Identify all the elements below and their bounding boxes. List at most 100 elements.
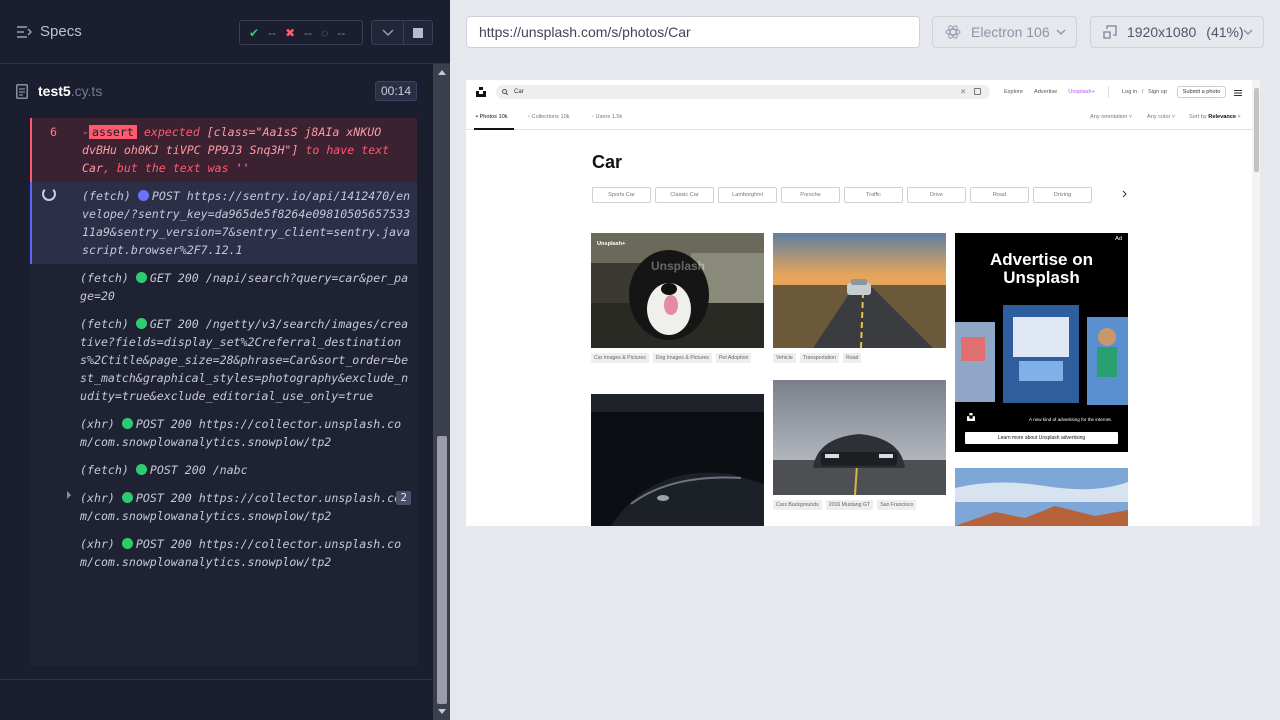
iframe-scrollbar[interactable] <box>1252 80 1260 526</box>
iframe-scrollbar-thumb[interactable] <box>1254 88 1259 172</box>
spec-extension: .cy.ts <box>70 83 103 99</box>
signup-link[interactable]: Sign up <box>1148 89 1167 95</box>
passed-count: -- <box>268 25 277 40</box>
browser-selector[interactable]: Electron 106 <box>932 16 1077 48</box>
viewport-scale: (41%) <box>1206 24 1244 40</box>
nav-unsplash-plus[interactable]: Unsplash+ <box>1068 89 1095 95</box>
unsplash-watermark: Unsplash <box>651 259 706 273</box>
submit-photo-button[interactable]: Submit a photo <box>1177 86 1226 98</box>
orientation-filter[interactable]: Any orientation ˅ <box>1090 114 1132 120</box>
unsplash-logo-icon[interactable] <box>476 87 486 97</box>
color-label: Any color <box>1147 114 1171 120</box>
photo-dark-car[interactable] <box>591 394 764 526</box>
login-link[interactable]: Log in <box>1122 89 1137 95</box>
request-kind: (fetch) <box>82 189 131 203</box>
photo-desert[interactable] <box>955 468 1128 526</box>
color-filter[interactable]: Any color ˅ <box>1147 114 1175 120</box>
url-bar[interactable]: https://unsplash.com/s/photos/Car <box>466 16 920 48</box>
request-kind: (xhr) <box>80 417 115 431</box>
assert-keyword: expected <box>143 125 200 139</box>
tab-collections[interactable]: ▫ Collections 10k <box>528 114 569 120</box>
request-kind: (xhr) <box>80 491 115 505</box>
visual-search-icon[interactable] <box>974 88 981 95</box>
document-icon <box>16 83 28 99</box>
photo-dog-in-car[interactable]: Unsplash+ Unsplash <box>591 233 764 348</box>
clear-icon[interactable]: ✕ <box>960 88 966 96</box>
log-scrollbar-thumb[interactable] <box>437 436 447 704</box>
assert-text-value: Car <box>82 161 103 175</box>
request-method: GET 200 <box>149 271 199 285</box>
chevron-right-icon[interactable] <box>1122 190 1128 198</box>
photo-tag[interactable]: Cars Backgrounds <box>773 500 822 510</box>
header-divider <box>1108 86 1109 98</box>
menu-icon[interactable] <box>1234 90 1242 96</box>
chip-classic-car[interactable]: Classic Car <box>655 187 714 203</box>
site-search-input[interactable]: Car ✕ <box>496 85 990 99</box>
photo-tag[interactable]: Transportation <box>799 353 839 363</box>
pending-count: -- <box>337 25 346 40</box>
chip-lamborghini[interactable]: Lamborghini <box>718 187 777 203</box>
photo-mustang[interactable] <box>773 380 946 495</box>
scroll-down-icon[interactable] <box>437 706 447 716</box>
photo-tag[interactable]: Dog Images & Pictures <box>652 353 712 363</box>
stop-button[interactable] <box>403 20 433 45</box>
ad-label: Ad <box>1115 236 1122 242</box>
photo-tag[interactable]: San Francisco <box>877 500 917 510</box>
photo-dog-in-car-image <box>591 233 764 348</box>
collapse-button[interactable] <box>371 20 404 45</box>
photo-tag[interactable]: Road <box>843 353 862 363</box>
request-method: POST 200 <box>135 537 192 551</box>
log-divider <box>0 679 432 680</box>
photo-desert-image <box>955 468 1128 526</box>
site-header: Car ✕ Explore Advertise Unsplash+ Log in… <box>466 80 1252 104</box>
request-kind: (fetch) <box>80 463 129 477</box>
viewport-selector[interactable]: 1920x1080 (41%) <box>1090 16 1264 48</box>
request-url: /nabc <box>212 463 248 477</box>
auth-separator: / <box>1141 89 1144 95</box>
tab-photos-label: Photos 10k <box>479 114 508 120</box>
chip-road[interactable]: Road <box>970 187 1029 203</box>
loading-spinner-icon <box>42 187 56 201</box>
chip-traffic[interactable]: Traffic <box>844 187 903 203</box>
chevron-right-icon[interactable] <box>66 491 72 499</box>
log-entry[interactable]: (xhr) POST 200 https://collector.unsplas… <box>30 484 417 530</box>
ad-learn-more-button[interactable]: Learn more about Unsplash advertising <box>965 432 1118 444</box>
log-entry[interactable]: (fetch) GET 200 /napi/search?query=car&p… <box>30 264 417 310</box>
chip-drive[interactable]: Drive <box>907 187 966 203</box>
log-entry[interactable]: (xhr) POST 200 https://collector.unsplas… <box>30 410 417 456</box>
photo-tag[interactable]: Vehicle <box>773 353 796 363</box>
request-url: /napi/search?query=car&per_page=20 <box>80 271 409 303</box>
tab-photos[interactable]: ▪ Photos 10k <box>476 114 508 120</box>
log-entry[interactable]: (xhr) POST 200 https://collector.unsplas… <box>30 530 417 576</box>
tab-users-label: Users 1.5k <box>595 114 623 120</box>
request-kind: (fetch) <box>80 271 129 285</box>
spec-duration: 00:14 <box>374 81 417 101</box>
log-entry[interactable]: (fetch) GET 200 /ngetty/v3/search/images… <box>30 310 417 410</box>
chip-sports-car[interactable]: Sports Car <box>592 187 651 203</box>
photo-road-car[interactable] <box>773 233 946 348</box>
test-stats: ✔ -- ✖ -- ◌ -- <box>239 20 363 45</box>
results-tabs: ▪ Photos 10k ▫ Collections 10k ◦ Users 1… <box>466 108 1252 130</box>
chip-porsche[interactable]: Porsche <box>781 187 840 203</box>
failed-count: -- <box>304 25 313 40</box>
photo-mustang-image <box>773 380 946 495</box>
photo-tag[interactable]: Pet Adoption <box>715 353 752 363</box>
nav-advertise[interactable]: Advertise <box>1034 89 1057 95</box>
photo-tag[interactable]: Car Images & Pictures <box>591 353 649 363</box>
specs-toggle[interactable]: Specs <box>16 23 82 40</box>
photo-tag[interactable]: 2016 Mustang GT <box>825 500 874 510</box>
chip-driving[interactable]: Driving <box>1033 187 1092 203</box>
scroll-up-icon[interactable] <box>437 68 447 78</box>
tab-users[interactable]: ◦ Users 1.5k <box>592 114 622 120</box>
log-entry[interactable]: (fetch) POST 200 /nabc <box>30 456 417 484</box>
nav-explore[interactable]: Explore <box>1004 89 1023 95</box>
advertise-banner[interactable]: Ad Advertise on Unsplash A new kind of a… <box>955 233 1128 452</box>
assert-but: , but the text was <box>102 161 229 175</box>
sort-filter[interactable]: Sort by Relevance ˅ <box>1189 114 1241 120</box>
chevron-down-icon <box>1243 29 1253 35</box>
assert-error-entry[interactable]: 6 - assert expected [class="Aa1sS j8AIa x… <box>30 118 417 182</box>
app-preview-panel: https://unsplash.com/s/photos/Car Electr… <box>450 0 1280 720</box>
request-kind: (xhr) <box>80 537 115 551</box>
log-entry[interactable]: (fetch) POST https://sentry.io/api/14124… <box>30 182 417 264</box>
photo-tags: Car Images & Pictures Dog Images & Pictu… <box>591 353 764 363</box>
